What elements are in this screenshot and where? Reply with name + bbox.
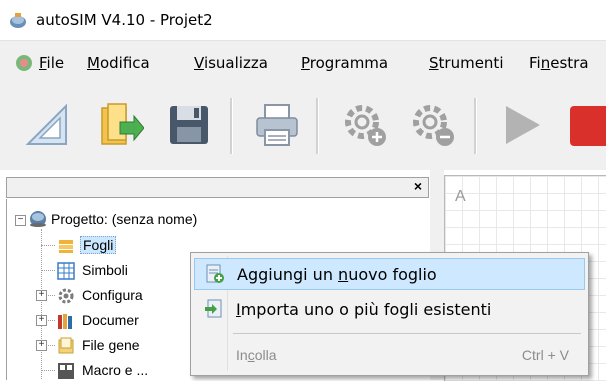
globe-icon <box>30 211 46 227</box>
add-new-sheet-menu-item[interactable]: Aggiungi un nuovo foglio <box>194 258 585 290</box>
table-icon <box>57 262 75 280</box>
paste-shortcut: Ctrl + V <box>521 347 569 363</box>
add-new-sheet-label: Aggiungi un nuovo foglio <box>237 265 437 284</box>
gear-add-icon[interactable] <box>340 100 390 150</box>
books-icon <box>58 314 72 329</box>
menu-separator <box>233 333 581 334</box>
paste-menu-item[interactable]: Incolla Ctrl + V <box>194 339 583 369</box>
menu-programma[interactable]: Programma <box>301 54 388 72</box>
column-label: A <box>455 188 466 205</box>
toolbar-separator <box>316 98 319 154</box>
sheets-icon <box>59 240 73 253</box>
tree-item-configura[interactable]: Configura <box>82 287 143 303</box>
folder-icon <box>58 337 74 354</box>
toolbar <box>0 84 606 170</box>
menu-bar: File Modifica Visualizza Programma Strum… <box>0 40 606 85</box>
gear-icon <box>58 288 74 304</box>
toolbar-separator <box>230 98 233 154</box>
document-menu-icon[interactable] <box>15 54 33 72</box>
tree-item-documenti[interactable]: Documer <box>82 312 139 328</box>
tree-root-label[interactable]: Progetto: (senza nome) <box>51 211 197 227</box>
tree-connector <box>41 229 42 379</box>
menu-finestra[interactable]: Finestra <box>529 54 589 72</box>
macro-icon <box>58 363 74 379</box>
tree-item-simboli[interactable]: Simboli <box>82 262 128 278</box>
gear-remove-icon[interactable] <box>408 100 458 150</box>
tree-item-file-generati[interactable]: File gene <box>82 337 140 353</box>
toolbar-separator <box>474 98 477 154</box>
tree-connector <box>41 270 55 271</box>
collapse-toggle[interactable]: − <box>15 215 26 226</box>
save-icon[interactable] <box>164 100 214 150</box>
menu-strumenti[interactable]: Strumenti <box>429 54 503 72</box>
tree-item-macro[interactable]: Macro e ... <box>82 362 148 378</box>
ruler-triangle-icon[interactable] <box>22 100 72 150</box>
import-sheets-menu-item[interactable]: Importa uno o più fogli esistenti <box>194 294 583 324</box>
stop-icon[interactable] <box>564 100 606 150</box>
tree-item-fogli[interactable]: Fogli <box>80 236 117 254</box>
expand-toggle[interactable]: + <box>36 290 47 301</box>
add-sheet-icon <box>206 264 224 283</box>
print-icon[interactable] <box>252 100 302 150</box>
paste-label: Incolla <box>236 347 277 363</box>
title-bar: autoSIM V4.10 - Projet2 <box>0 0 606 40</box>
tree-connector <box>41 245 55 246</box>
open-folder-icon[interactable] <box>94 100 144 150</box>
close-icon[interactable]: × <box>414 178 422 194</box>
expand-toggle[interactable]: + <box>36 315 47 326</box>
menu-modifica[interactable]: Modifica <box>87 54 150 72</box>
context-menu: Aggiungi un nuovo foglio Importa uno o p… <box>190 252 589 376</box>
menu-visualizza[interactable]: Visualizza <box>194 54 268 72</box>
tree-connector <box>41 370 55 371</box>
window-title: autoSIM V4.10 - Projet2 <box>36 11 213 29</box>
menu-file[interactable]: File <box>39 54 64 72</box>
import-sheet-icon <box>205 299 222 318</box>
app-logo-icon <box>10 13 26 28</box>
expand-toggle[interactable]: + <box>36 340 47 351</box>
project-panel-header: × <box>6 177 429 198</box>
import-sheets-label: Importa uno o più fogli esistenti <box>236 300 492 319</box>
play-icon[interactable] <box>496 100 546 150</box>
